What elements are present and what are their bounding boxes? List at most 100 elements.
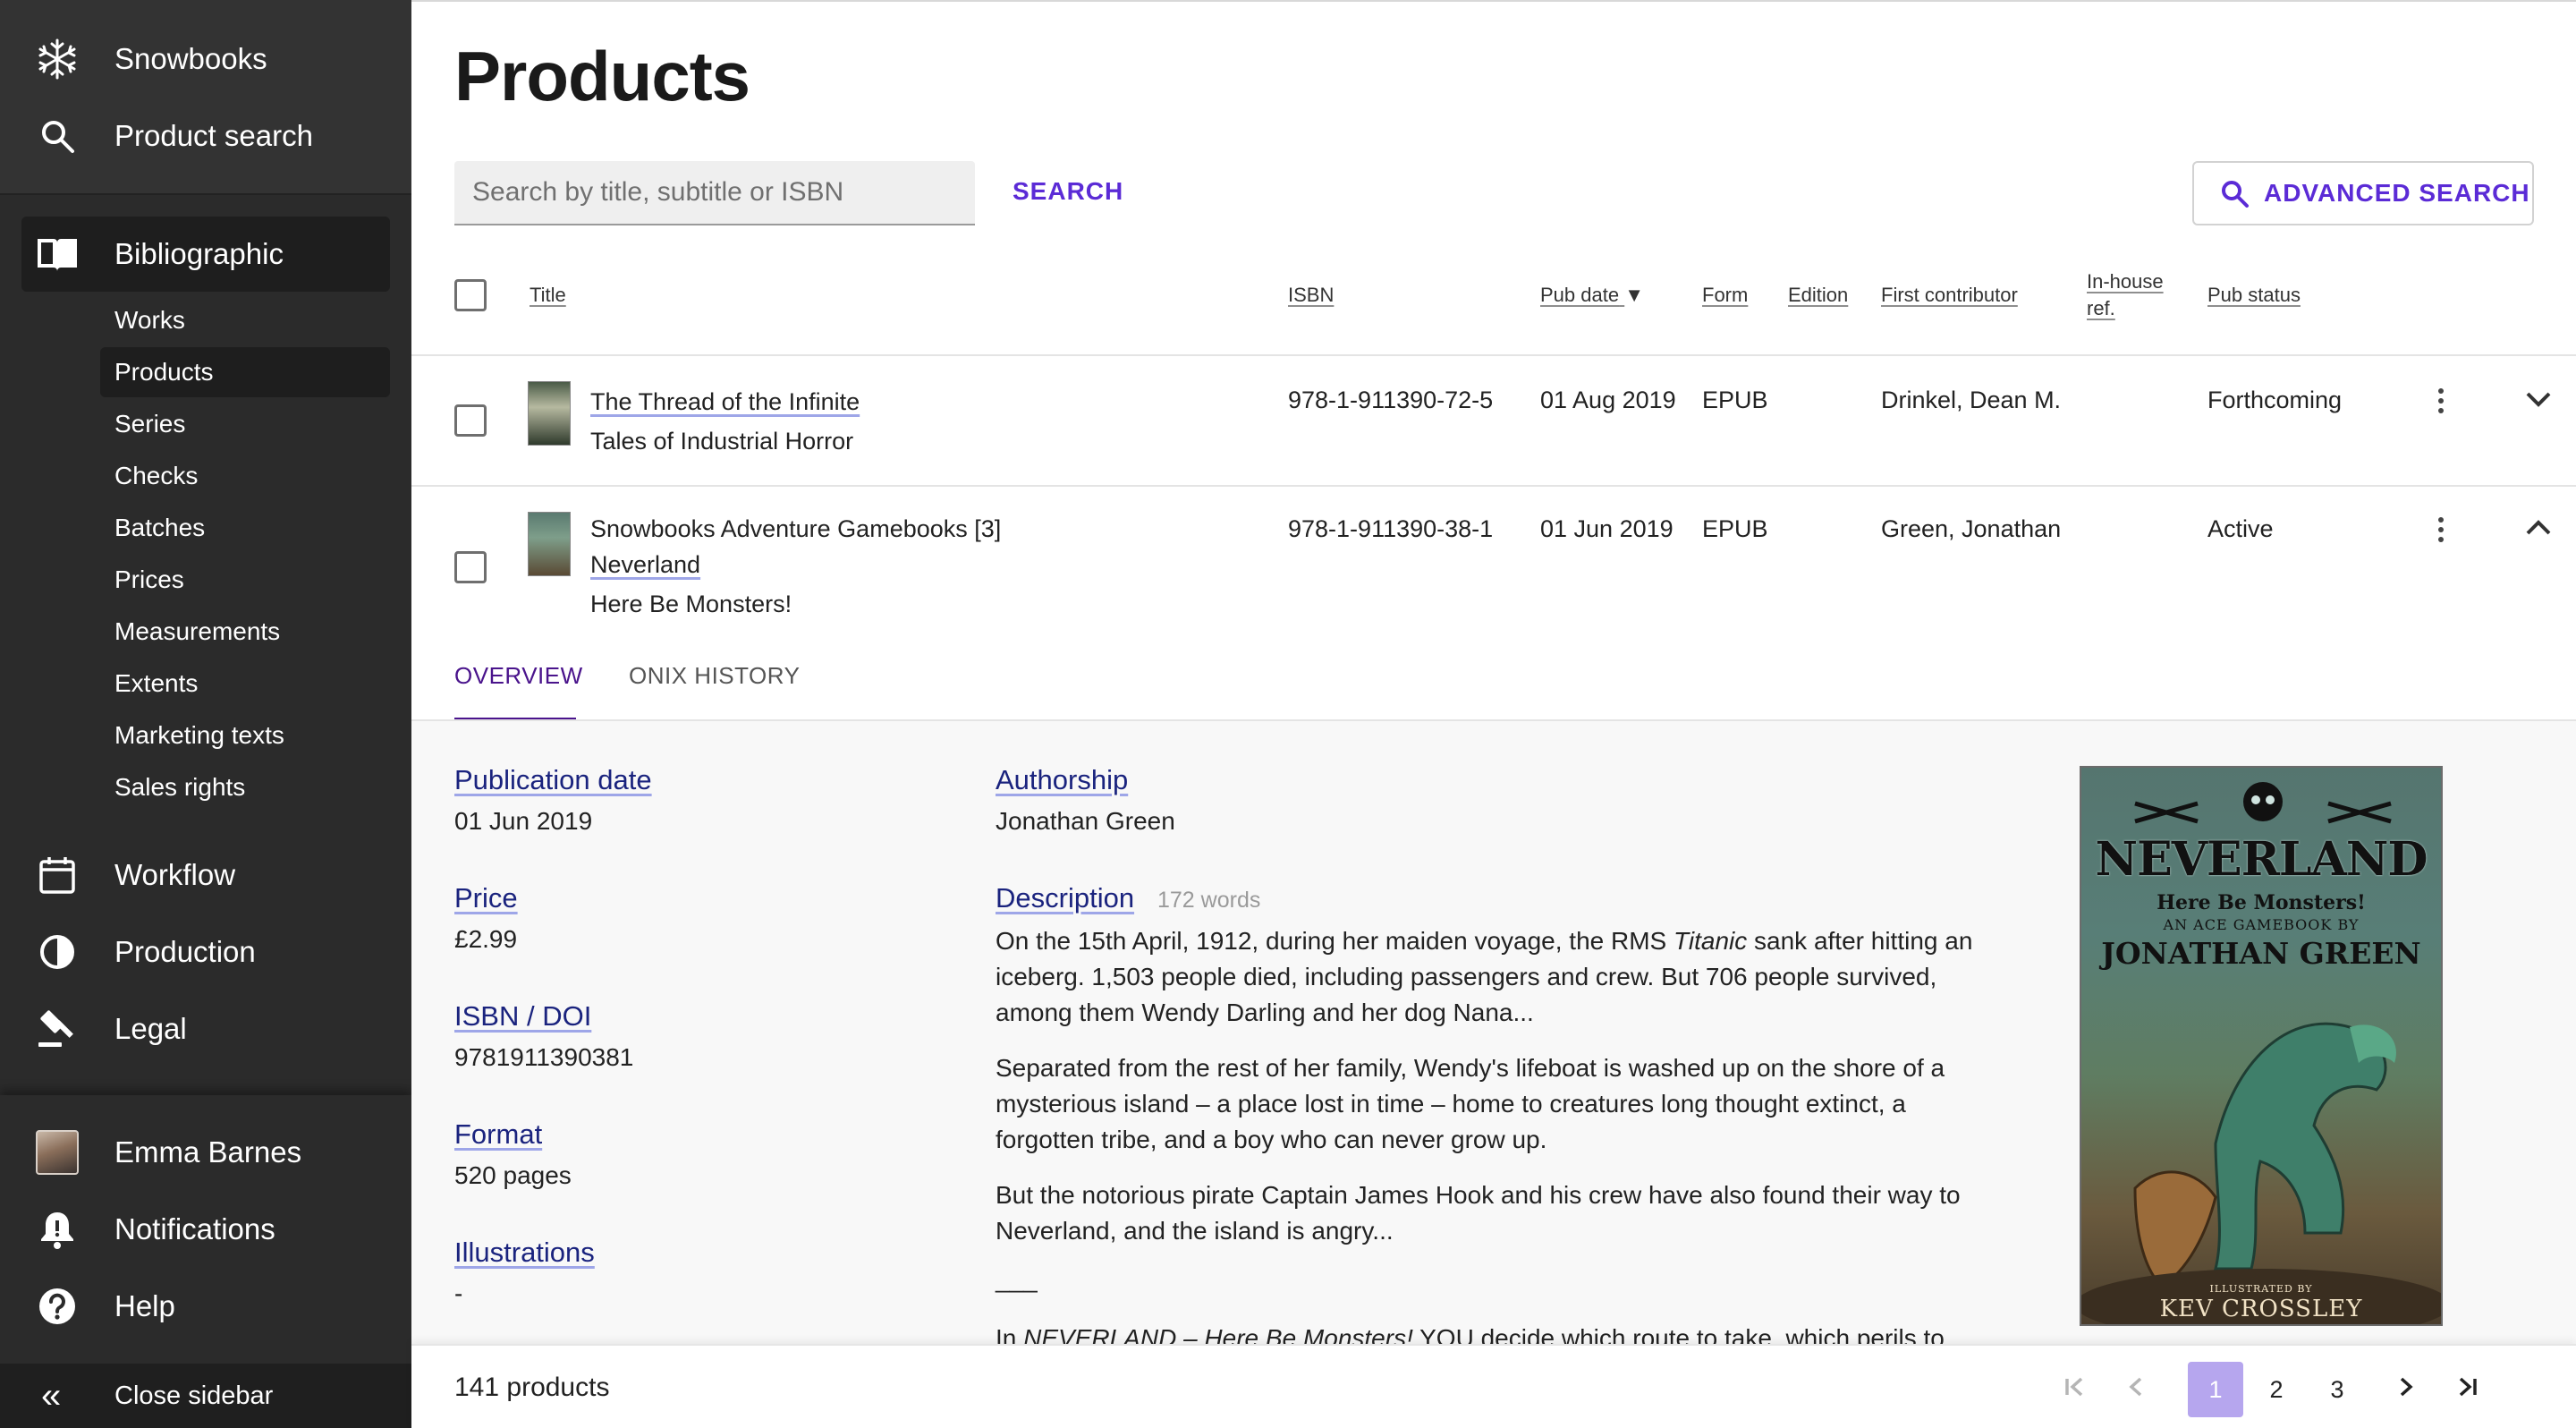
- column-header-title[interactable]: Title: [530, 282, 566, 309]
- column-header-first-contributor[interactable]: First contributor: [1881, 282, 2018, 309]
- price-label[interactable]: Price: [454, 882, 518, 914]
- more-options-icon[interactable]: [2436, 388, 2445, 413]
- sidebar-item-marketing-texts[interactable]: Marketing texts: [100, 710, 390, 761]
- description-label[interactable]: Description: [996, 882, 1134, 914]
- sidebar-item-prices[interactable]: Prices: [100, 555, 390, 605]
- in-house-ref-line-1: In-house: [2087, 270, 2164, 293]
- sidebar-brand-label: Snowbooks: [114, 42, 267, 75]
- page-button-1[interactable]: 1: [2188, 1362, 2243, 1417]
- tab-onix-history[interactable]: ONIX HISTORY: [629, 662, 800, 690]
- column-header-pub-date[interactable]: Pub date ▼: [1540, 282, 1644, 309]
- snowflake-icon: [34, 36, 80, 82]
- divider: [411, 354, 2576, 356]
- pagination-footer: 141 products 1 2 3: [411, 1344, 2576, 1428]
- column-header-pub-status[interactable]: Pub status: [2207, 282, 2301, 309]
- format-value: 520 pages: [454, 1161, 572, 1189]
- sidebar-item-bibliographic[interactable]: Bibliographic: [21, 217, 390, 292]
- sidebar-legal-label: Legal: [114, 1012, 187, 1045]
- illustrations-label[interactable]: Illustrations: [454, 1237, 595, 1269]
- chevron-down-icon[interactable]: [2522, 383, 2555, 415]
- cover-illustrator: KEV CROSSLEY: [2159, 1296, 2363, 1322]
- product-pub-status: Active: [2207, 515, 2274, 542]
- search-icon: [2219, 178, 2250, 208]
- row-checkbox[interactable]: [454, 551, 487, 583]
- previous-page-icon[interactable]: [2120, 1371, 2152, 1403]
- next-page-icon[interactable]: [2390, 1371, 2422, 1403]
- sidebar-item-measurements[interactable]: Measurements: [100, 607, 390, 657]
- publication-date-label[interactable]: Publication date: [454, 764, 652, 796]
- description-paragraph: Separated from the rest of her family, W…: [996, 1054, 1945, 1153]
- sidebar-production-label: Production: [114, 935, 256, 968]
- sidebar-item-product-search[interactable]: Product search: [0, 98, 411, 174]
- search-icon: [34, 113, 80, 159]
- isbn-doi-label[interactable]: ISBN / DOI: [454, 1000, 591, 1033]
- cover-title: NEVERLAND: [2095, 832, 2428, 887]
- description-paragraph: On the 15th April, 1912, during her maid…: [996, 927, 1973, 1026]
- sidebar: Snowbooks Product search Bibliographic W…: [0, 0, 411, 1428]
- last-page-icon[interactable]: [2451, 1371, 2483, 1403]
- product-title-link[interactable]: Neverland: [590, 551, 700, 579]
- description-word-count: 172 words: [1157, 888, 1261, 913]
- sidebar-item-batches[interactable]: Batches: [100, 503, 390, 553]
- advanced-search-label: ADVANCED SEARCH: [2264, 179, 2530, 207]
- product-isbn: 978-1-911390-72-5: [1288, 387, 1494, 413]
- product-form: EPUB: [1702, 387, 1768, 413]
- product-first-contributor: Drinkel, Dean M.: [1881, 387, 2062, 413]
- gavel-icon: [34, 1006, 80, 1052]
- double-chevron-left-icon: «: [41, 1375, 62, 1415]
- sidebar-item-products[interactable]: Products: [100, 347, 390, 397]
- column-header-in-house-ref[interactable]: In-house ref.: [2087, 268, 2164, 322]
- more-options-icon[interactable]: [2436, 517, 2445, 542]
- sidebar-item-checks[interactable]: Checks: [100, 451, 390, 501]
- cover-thumbnail[interactable]: [528, 381, 571, 446]
- chevron-up-icon[interactable]: [2522, 512, 2555, 544]
- search-button[interactable]: SEARCH: [1013, 177, 1123, 206]
- sidebar-item-works[interactable]: Works: [100, 295, 390, 345]
- product-first-contributor: Green, Jonathan: [1881, 515, 2062, 542]
- sidebar-item-sales-rights[interactable]: Sales rights: [100, 762, 390, 812]
- close-sidebar-label: Close sidebar: [114, 1381, 274, 1410]
- column-header-isbn[interactable]: ISBN: [1288, 282, 1334, 309]
- tab-overview[interactable]: OVERVIEW: [454, 662, 583, 690]
- sidebar-workflow-label: Workflow: [114, 858, 236, 891]
- contrast-icon: [34, 929, 80, 975]
- product-count: 141 products: [454, 1373, 610, 1402]
- close-sidebar-button[interactable]: « Close sidebar: [0, 1364, 411, 1428]
- format-label[interactable]: Format: [454, 1118, 542, 1151]
- in-house-ref-line-2: ref.: [2087, 297, 2115, 319]
- sidebar-item-legal[interactable]: Legal: [0, 991, 411, 1067]
- sort-descending-icon: ▼: [1624, 284, 1644, 306]
- search-input[interactable]: [454, 161, 975, 224]
- description-paragraph: In NEVERLAND – Here Be Monsters! YOU dec…: [996, 1324, 1945, 1344]
- illustrations-value: -: [454, 1279, 463, 1307]
- page-button-2[interactable]: 2: [2249, 1362, 2304, 1417]
- sidebar-item-notifications[interactable]: Notifications: [0, 1192, 411, 1267]
- sidebar-item-extents[interactable]: Extents: [100, 659, 390, 709]
- sidebar-user-name: Emma Barnes: [114, 1135, 302, 1169]
- sidebar-item-series[interactable]: Series: [100, 399, 390, 449]
- sidebar-item-user[interactable]: Emma Barnes: [0, 1115, 411, 1190]
- cover-tagline: AN ACE GAMEBOOK BY: [2163, 916, 2360, 933]
- search-field[interactable]: [454, 161, 975, 225]
- cover-thumbnail[interactable]: [528, 512, 571, 576]
- sidebar-item-production[interactable]: Production: [0, 914, 411, 990]
- first-page-icon[interactable]: [2059, 1371, 2091, 1403]
- row-checkbox[interactable]: [454, 404, 487, 437]
- advanced-search-button[interactable]: ADVANCED SEARCH: [2192, 161, 2534, 225]
- page-button-3[interactable]: 3: [2309, 1362, 2365, 1417]
- isbn-doi-value: 9781911390381: [454, 1043, 634, 1071]
- select-all-checkbox[interactable]: [454, 279, 487, 311]
- cover-author: JONATHAN GREEN: [2101, 936, 2421, 971]
- sidebar-item-help[interactable]: Help: [0, 1269, 411, 1344]
- authorship-label[interactable]: Authorship: [996, 764, 1128, 796]
- sidebar-help-label: Help: [114, 1289, 175, 1322]
- column-header-edition[interactable]: Edition: [1788, 282, 1848, 309]
- column-header-form[interactable]: Form: [1702, 282, 1748, 309]
- divider: [411, 719, 2576, 721]
- sidebar-bibliographic-label: Bibliographic: [114, 237, 284, 270]
- product-title-link[interactable]: The Thread of the Infinite: [590, 388, 860, 416]
- sidebar-item-brand[interactable]: Snowbooks: [0, 21, 411, 97]
- product-pub-status: Forthcoming: [2207, 387, 2343, 413]
- calendar-icon: [34, 852, 80, 898]
- sidebar-item-workflow[interactable]: Workflow: [0, 837, 411, 913]
